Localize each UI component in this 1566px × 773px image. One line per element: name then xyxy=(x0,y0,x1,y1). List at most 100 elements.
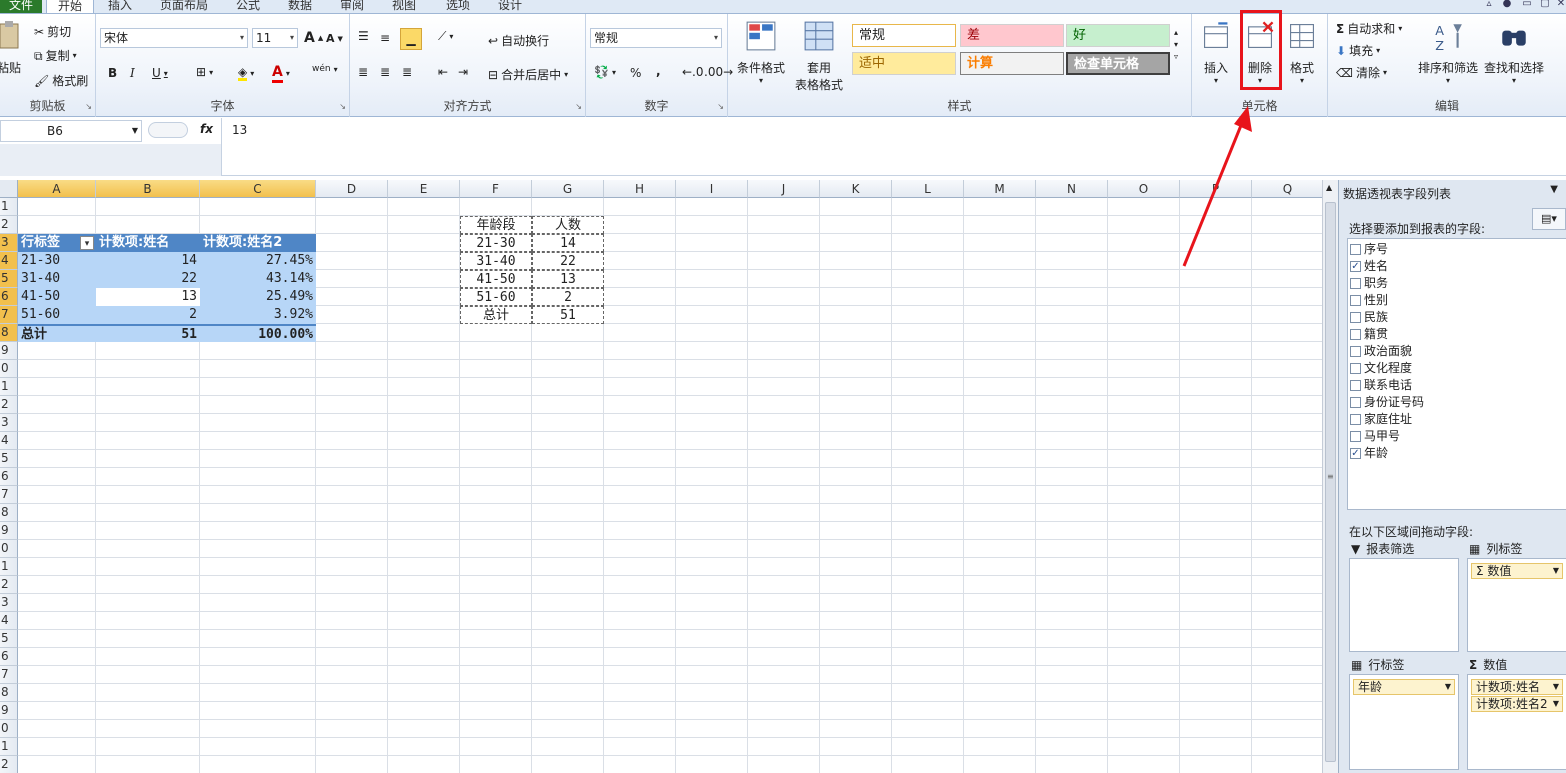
summary-header-cell[interactable]: 年龄段 xyxy=(460,216,532,234)
column-header-q[interactable]: Q xyxy=(1252,180,1322,198)
checkbox-icon[interactable] xyxy=(1350,431,1361,442)
underline-button[interactable]: U ▾ xyxy=(152,66,168,80)
pivot-cell[interactable]: 21-30 xyxy=(18,252,96,270)
checkbox-icon[interactable] xyxy=(1350,244,1361,255)
summary-cell[interactable]: 31-40 xyxy=(460,252,532,270)
style-good[interactable]: 好 xyxy=(1066,24,1170,47)
dialog-launcher-icon[interactable]: ↘ xyxy=(85,102,92,111)
row-labels-area[interactable]: 年龄 ▼ xyxy=(1349,674,1459,770)
checkbox-icon[interactable] xyxy=(1350,380,1361,391)
grow-font-button[interactable]: A ▲ xyxy=(304,30,323,46)
wrap-text-button[interactable]: ↩ 自动换行 xyxy=(488,32,549,49)
row-header-18[interactable]: 8 xyxy=(0,504,18,522)
row-header-20[interactable]: 0 xyxy=(0,540,18,558)
column-labels-area[interactable]: Σ 数值 ▼ xyxy=(1467,558,1566,652)
row-header-27[interactable]: 7 xyxy=(0,666,18,684)
style-normal[interactable]: 常规 xyxy=(852,24,956,47)
row-header-15[interactable]: 5 xyxy=(0,450,18,468)
field-item[interactable]: ✓ 年龄 xyxy=(1350,445,1388,462)
align-top-button[interactable]: ☰ xyxy=(358,30,369,42)
pivot-header-cell[interactable]: 计数项:姓名 xyxy=(96,234,200,252)
currency-button[interactable]: 💱 ▾ xyxy=(594,66,616,78)
decrease-indent-button[interactable]: ⇤ xyxy=(438,66,448,78)
summary-cell[interactable]: 41-50 xyxy=(460,270,532,288)
cut-button[interactable]: ✂ 剪切 xyxy=(34,23,71,40)
pivot-header-cell[interactable]: 行标签 ▾ xyxy=(18,234,96,252)
align-right-button[interactable]: ≣ xyxy=(402,66,412,78)
checkbox-icon[interactable] xyxy=(1350,329,1361,340)
row-header-17[interactable]: 7 xyxy=(0,486,18,504)
italic-button[interactable]: I xyxy=(130,66,135,80)
align-center-button[interactable]: ≣ xyxy=(380,66,390,78)
row-header-6[interactable]: 6 xyxy=(0,288,18,306)
pivot-cell[interactable]: 14 xyxy=(96,252,200,270)
font-color-button[interactable]: A ▾ xyxy=(272,64,290,83)
summary-cell[interactable]: 2 xyxy=(532,288,604,306)
select-all-corner[interactable] xyxy=(0,180,18,198)
scroll-thumb[interactable] xyxy=(1325,202,1336,762)
dialog-launcher-icon[interactable]: ↘ xyxy=(575,102,582,111)
row-header-7[interactable]: 7 xyxy=(0,306,18,324)
fill-color-button[interactable]: ◈ ▾ xyxy=(238,66,254,81)
summary-cell[interactable]: 51 xyxy=(532,306,604,324)
row-header-21[interactable]: 1 xyxy=(0,558,18,576)
style-calculation[interactable]: 计算 xyxy=(960,52,1064,75)
pivot-cell[interactable]: 2 xyxy=(96,306,200,324)
column-header-f[interactable]: F xyxy=(460,180,532,198)
row-header-9[interactable]: 9 xyxy=(0,342,18,360)
conditional-format-button[interactable]: 条件格式 ▾ xyxy=(732,20,790,85)
number-format-combo[interactable]: 常规 ▾ xyxy=(590,28,722,48)
checked-checkbox-icon[interactable]: ✓ xyxy=(1350,261,1361,272)
tab-review[interactable]: 审阅 xyxy=(340,0,364,13)
pivot-cell[interactable]: 22 xyxy=(96,270,200,288)
column-header-g[interactable]: G xyxy=(532,180,604,198)
tab-formulas[interactable]: 公式 xyxy=(236,0,260,13)
field-item[interactable]: 性别 xyxy=(1350,292,1388,309)
column-header-d[interactable]: D xyxy=(316,180,388,198)
row-header-3[interactable]: 3 xyxy=(0,234,18,252)
field-item[interactable]: 职务 xyxy=(1350,275,1388,292)
checkbox-icon[interactable] xyxy=(1350,278,1361,289)
font-name-combo[interactable]: 宋体 ▾ xyxy=(100,28,248,48)
pivot-cell[interactable]: 31-40 xyxy=(18,270,96,288)
row-header-28[interactable]: 8 xyxy=(0,684,18,702)
clear-button[interactable]: ⌫ 清除 ▾ xyxy=(1336,64,1387,81)
tab-design[interactable]: 设计 xyxy=(498,0,522,13)
pivot-header-cell[interactable]: 计数项:姓名2 xyxy=(200,234,316,252)
summary-cell[interactable]: 总计 xyxy=(460,306,532,324)
column-header-b[interactable]: B xyxy=(96,180,200,198)
formula-bar-resize-handle[interactable] xyxy=(148,122,188,138)
tab-insert[interactable]: 插入 xyxy=(108,0,132,13)
insert-function-button[interactable]: fx xyxy=(200,122,213,136)
pivot-cell[interactable]: 25.49% xyxy=(200,288,316,306)
window-restore-icon[interactable]: ▢ xyxy=(1538,0,1552,10)
field-item[interactable]: 文化程度 xyxy=(1350,360,1412,377)
checkbox-icon[interactable] xyxy=(1350,397,1361,408)
row-header-11[interactable]: 1 xyxy=(0,378,18,396)
insert-cells-button[interactable]: 插入 ▾ xyxy=(1198,20,1234,85)
tab-file[interactable]: 文件 xyxy=(0,0,42,13)
copy-button[interactable]: ⧉ 复制 ▾ xyxy=(34,47,77,64)
tab-home[interactable]: 开始 xyxy=(46,0,94,13)
row-header-31[interactable]: 1 xyxy=(0,738,18,756)
increase-decimal-button[interactable]: ←.0 xyxy=(682,66,704,78)
format-painter-button[interactable]: 🖌 格式刷 xyxy=(34,72,88,89)
pivot-cell[interactable]: 43.14% xyxy=(200,270,316,288)
align-bottom-button[interactable]: ▁ xyxy=(400,28,422,50)
pivot-cell[interactable]: 3.92% xyxy=(200,306,316,324)
report-filter-area[interactable] xyxy=(1349,558,1459,652)
column-header-h[interactable]: H xyxy=(604,180,676,198)
column-header-i[interactable]: I xyxy=(676,180,748,198)
column-area-item[interactable]: Σ 数值 ▼ xyxy=(1471,563,1563,579)
orientation-button[interactable]: ⟋ ▾ xyxy=(438,30,453,42)
column-header-m[interactable]: M xyxy=(964,180,1036,198)
column-header-a[interactable]: A xyxy=(18,180,96,198)
name-box[interactable]: B6 ▼ xyxy=(0,120,142,142)
style-neutral[interactable]: 适中 xyxy=(852,52,956,75)
row-header-30[interactable]: 0 xyxy=(0,720,18,738)
summary-cell[interactable]: 51-60 xyxy=(460,288,532,306)
pivot-cell[interactable]: 41-50 xyxy=(18,288,96,306)
summary-cell[interactable]: 21-30 xyxy=(460,234,532,252)
row-header-5[interactable]: 5 xyxy=(0,270,18,288)
fill-button[interactable]: ⬇ 填充 ▾ xyxy=(1336,42,1380,59)
